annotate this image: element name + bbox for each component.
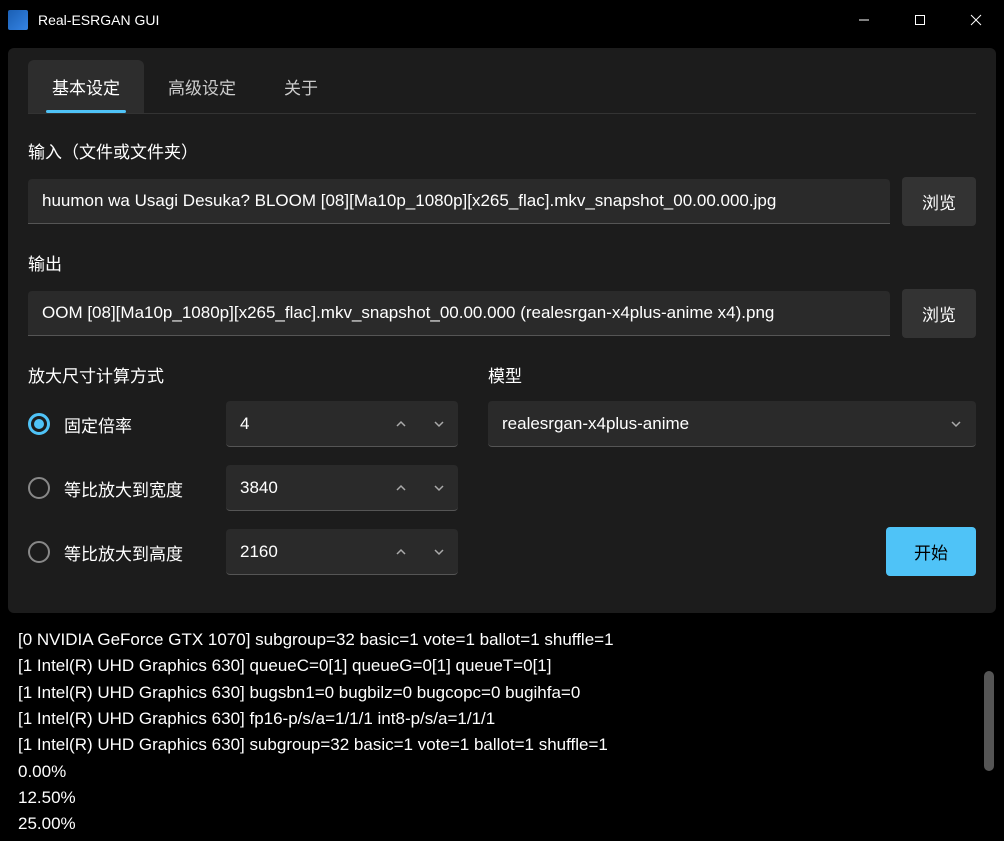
input-row: 浏览: [28, 177, 976, 226]
tab-about[interactable]: 关于: [260, 60, 342, 113]
minimize-button[interactable]: [836, 0, 892, 40]
model-label: 模型: [488, 362, 976, 387]
settings-columns: 放大尺寸计算方式 固定倍率 4 等比放大到宽度: [28, 362, 976, 593]
window-title: Real-ESRGAN GUI: [38, 12, 836, 28]
radio-width-label: 等比放大到宽度: [64, 476, 183, 501]
spinner-width[interactable]: 3840: [226, 465, 458, 511]
spinner-ratio[interactable]: 4: [226, 401, 458, 447]
input-label: 输入（文件或文件夹）: [28, 138, 976, 163]
log-line: [1 Intel(R) UHD Graphics 630] bugsbn1=0 …: [18, 680, 986, 706]
chevron-down-icon[interactable]: [420, 401, 458, 446]
radio-fixed-ratio[interactable]: 固定倍率: [28, 412, 208, 437]
log-line: [1 Intel(R) UHD Graphics 630] fp16-p/s/a…: [18, 706, 986, 732]
chevron-down-icon[interactable]: [420, 465, 458, 510]
output-row: 浏览: [28, 289, 976, 338]
log-line: [1 Intel(R) UHD Graphics 630] queueC=0[1…: [18, 653, 986, 679]
model-value: realesrgan-x4plus-anime: [502, 414, 689, 434]
log-line: [0 NVIDIA GeForce GTX 1070] subgroup=32 …: [18, 627, 986, 653]
input-browse-button[interactable]: 浏览: [902, 177, 976, 226]
output-browse-button[interactable]: 浏览: [902, 289, 976, 338]
log-output[interactable]: [0 NVIDIA GeForce GTX 1070] subgroup=32 …: [8, 621, 996, 841]
chevron-down-icon[interactable]: [420, 529, 458, 574]
maximize-button[interactable]: [892, 0, 948, 40]
spinner-height[interactable]: 2160: [226, 529, 458, 575]
scale-label: 放大尺寸计算方式: [28, 362, 458, 387]
input-path-field[interactable]: [28, 179, 890, 224]
radio-height-label: 等比放大到高度: [64, 540, 183, 565]
log-line: 0.00%: [18, 759, 986, 785]
radio-scale-width[interactable]: 等比放大到宽度: [28, 476, 208, 501]
log-line: 25.00%: [18, 811, 986, 837]
tab-basic[interactable]: 基本设定: [28, 60, 144, 113]
spinner-width-controls: [382, 465, 458, 510]
start-row: 开始: [488, 527, 976, 576]
spinner-height-controls: [382, 529, 458, 574]
tab-advanced[interactable]: 高级设定: [144, 60, 260, 113]
spinner-ratio-controls: [382, 401, 458, 446]
window-controls: [836, 0, 1004, 40]
scrollbar-thumb[interactable]: [984, 671, 994, 771]
radio-row-fixed: 固定倍率 4: [28, 401, 458, 447]
chevron-up-icon[interactable]: [382, 401, 420, 446]
chevron-up-icon[interactable]: [382, 465, 420, 510]
spinner-width-value: 3840: [226, 478, 382, 498]
chevron-down-icon: [950, 418, 962, 430]
main-panel: 基本设定 高级设定 关于 输入（文件或文件夹） 浏览 输出 浏览 放大尺寸计算方…: [8, 48, 996, 613]
radio-row-width: 等比放大到宽度 3840: [28, 465, 458, 511]
radio-height-icon: [28, 541, 50, 563]
radio-fixed-icon: [28, 413, 50, 435]
radio-row-height: 等比放大到高度 2160: [28, 529, 458, 575]
model-dropdown[interactable]: realesrgan-x4plus-anime: [488, 401, 976, 447]
app-icon: [8, 10, 28, 30]
chevron-up-icon[interactable]: [382, 529, 420, 574]
model-column: 模型 realesrgan-x4plus-anime 开始: [488, 362, 976, 593]
output-label: 输出: [28, 250, 976, 275]
start-button[interactable]: 开始: [886, 527, 976, 576]
radio-fixed-label: 固定倍率: [64, 412, 132, 437]
log-line: [1 Intel(R) UHD Graphics 630] subgroup=3…: [18, 732, 986, 758]
titlebar: Real-ESRGAN GUI: [0, 0, 1004, 40]
close-button[interactable]: [948, 0, 1004, 40]
radio-width-icon: [28, 477, 50, 499]
output-path-field[interactable]: [28, 291, 890, 336]
scale-column: 放大尺寸计算方式 固定倍率 4 等比放大到宽度: [28, 362, 458, 593]
spinner-ratio-value: 4: [226, 414, 382, 434]
log-line: 12.50%: [18, 785, 986, 811]
tab-bar: 基本设定 高级设定 关于: [28, 60, 976, 114]
radio-scale-height[interactable]: 等比放大到高度: [28, 540, 208, 565]
spinner-height-value: 2160: [226, 542, 382, 562]
